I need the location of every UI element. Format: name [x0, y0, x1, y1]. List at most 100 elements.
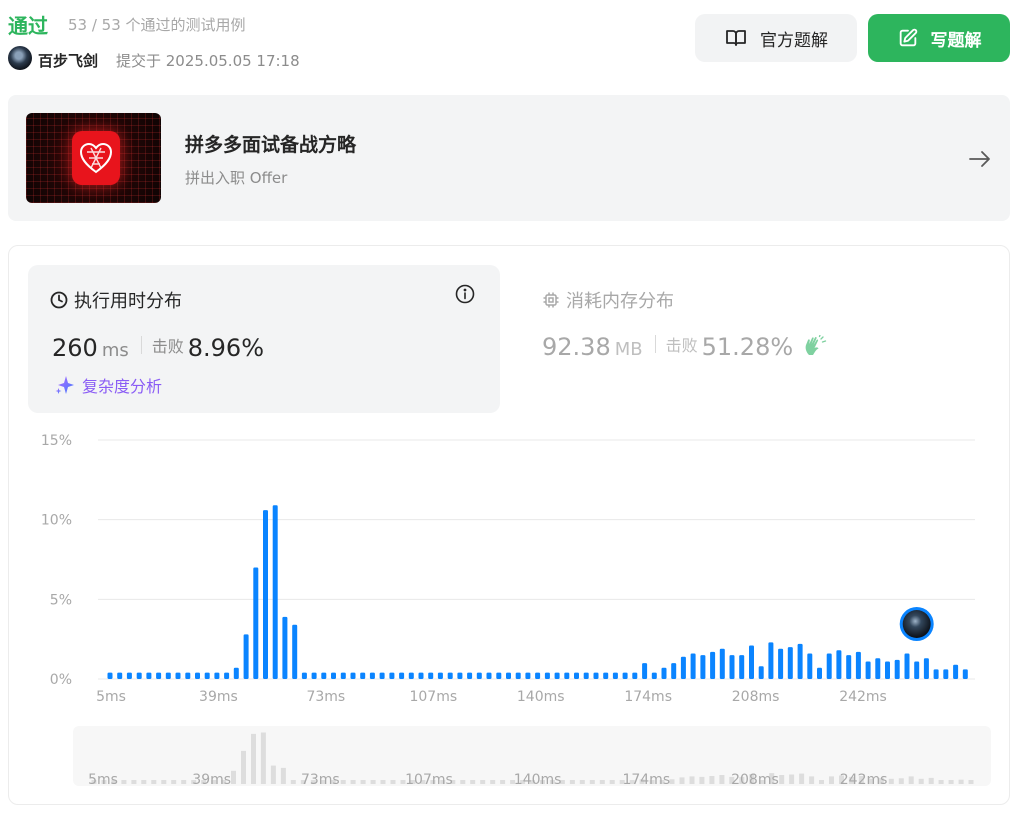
chart-bar[interactable] — [146, 672, 152, 679]
chart-bar[interactable] — [126, 672, 132, 679]
chart-bar[interactable] — [496, 672, 502, 679]
chart-bar[interactable] — [263, 510, 268, 679]
chart-bar[interactable] — [865, 661, 871, 680]
chart-bar[interactable] — [418, 672, 424, 679]
chart-bar[interactable] — [476, 672, 482, 679]
x-tick-label: 73ms — [306, 689, 345, 705]
chart-bar[interactable] — [282, 616, 288, 679]
chart-bar[interactable] — [214, 672, 220, 679]
chart-bar[interactable] — [700, 655, 706, 679]
chart-bar[interactable] — [661, 667, 667, 679]
chart-bar[interactable] — [651, 672, 657, 679]
chart-bar[interactable] — [243, 634, 249, 679]
chart-bar[interactable] — [506, 672, 511, 679]
chart-bar[interactable] — [612, 672, 618, 679]
navigator-bar — [231, 770, 236, 784]
chart-bar[interactable] — [671, 663, 677, 679]
chart-bar[interactable] — [914, 661, 920, 680]
chart-bar[interactable] — [428, 672, 434, 679]
chart-bar[interactable] — [807, 653, 813, 680]
navigator-bar — [779, 775, 785, 784]
chart-bar[interactable] — [855, 651, 861, 679]
chart-bar[interactable] — [554, 672, 560, 679]
navigator-bar — [719, 775, 725, 784]
chart-bar[interactable] — [904, 653, 910, 680]
runtime-distribution-chart[interactable]: 15% 10% 5% 0% 5ms 39ms 73ms 107ms 140ms 174ms 208… — [0, 0, 1024, 813]
chart-bar[interactable] — [544, 672, 550, 679]
chart-bar[interactable] — [729, 655, 735, 679]
navigator-bar — [360, 780, 366, 784]
chart-bar[interactable] — [457, 672, 463, 679]
chart-bar[interactable] — [408, 672, 414, 679]
chart-bar[interactable] — [817, 667, 822, 679]
chart-bar[interactable] — [719, 648, 725, 679]
chart-bar[interactable] — [253, 567, 259, 680]
chart-bar[interactable] — [535, 672, 541, 679]
navigator-bar — [609, 780, 615, 784]
chart-bar[interactable] — [953, 664, 959, 679]
chart-bar[interactable] — [340, 672, 346, 679]
chart-bar[interactable] — [515, 672, 521, 679]
chart-bar[interactable] — [894, 659, 900, 679]
chart-bar[interactable] — [272, 505, 278, 679]
chart-bar[interactable] — [797, 643, 803, 679]
chart-bar[interactable] — [437, 672, 443, 679]
chart-bar[interactable] — [836, 650, 842, 679]
chart-bar[interactable] — [710, 651, 716, 679]
chart-bar[interactable] — [107, 672, 113, 679]
y-tick-label: 15% — [41, 433, 72, 449]
chart-bar[interactable] — [593, 672, 599, 679]
chart-bar[interactable] — [204, 672, 210, 679]
chart-bar[interactable] — [583, 672, 589, 679]
chart-bar[interactable] — [622, 672, 628, 679]
chart-bar[interactable] — [467, 672, 473, 679]
chart-bar[interactable] — [321, 672, 327, 679]
chart-bar[interactable] — [486, 672, 492, 679]
chart-bar[interactable] — [933, 669, 939, 679]
chart-bar[interactable] — [574, 672, 579, 679]
chart-bar[interactable] — [175, 672, 181, 679]
chart-bar[interactable] — [564, 672, 570, 679]
chart-bar[interactable] — [136, 672, 142, 679]
chart-bar[interactable] — [923, 658, 929, 679]
chart-bar[interactable] — [369, 672, 375, 679]
my-submission-marker[interactable] — [899, 607, 934, 641]
chart-bar[interactable] — [690, 653, 696, 680]
chart-bar[interactable] — [195, 672, 200, 679]
chart-bar[interactable] — [943, 669, 949, 679]
chart-bar[interactable] — [360, 672, 366, 679]
chart-bar[interactable] — [156, 672, 162, 679]
chart-bar[interactable] — [875, 658, 881, 679]
chart-bar[interactable] — [301, 672, 307, 679]
chart-bar[interactable] — [787, 647, 793, 679]
chart-bar[interactable] — [447, 672, 453, 679]
chart-bar[interactable] — [292, 624, 298, 679]
chart-bar[interactable] — [233, 667, 239, 679]
chart-bar[interactable] — [399, 672, 405, 679]
navigator-bar — [121, 780, 127, 784]
chart-bar[interactable] — [885, 661, 890, 680]
chart-bar[interactable] — [224, 672, 230, 679]
chart-bar[interactable] — [350, 672, 356, 679]
chart-bar[interactable] — [758, 666, 764, 679]
chart-bar[interactable] — [749, 645, 754, 680]
chart-bar[interactable] — [632, 672, 638, 679]
chart-bar[interactable] — [117, 672, 123, 679]
chart-bar[interactable] — [603, 672, 609, 679]
chart-bar[interactable] — [311, 672, 317, 679]
navigator-tick-label: 73ms — [301, 772, 340, 788]
chart-bar[interactable] — [185, 672, 191, 679]
chart-bar[interactable] — [680, 656, 686, 679]
chart-bar[interactable] — [846, 655, 852, 679]
chart-bar[interactable] — [778, 648, 784, 679]
chart-bar[interactable] — [389, 672, 395, 679]
chart-bar[interactable] — [525, 672, 531, 679]
chart-bar[interactable] — [331, 672, 336, 679]
chart-bar[interactable] — [165, 672, 171, 679]
chart-bar[interactable] — [826, 653, 832, 680]
chart-bar[interactable] — [962, 669, 968, 679]
chart-bar[interactable] — [379, 672, 385, 679]
chart-bar[interactable] — [768, 642, 774, 679]
chart-bar[interactable] — [739, 655, 745, 679]
chart-bar[interactable] — [642, 663, 648, 679]
